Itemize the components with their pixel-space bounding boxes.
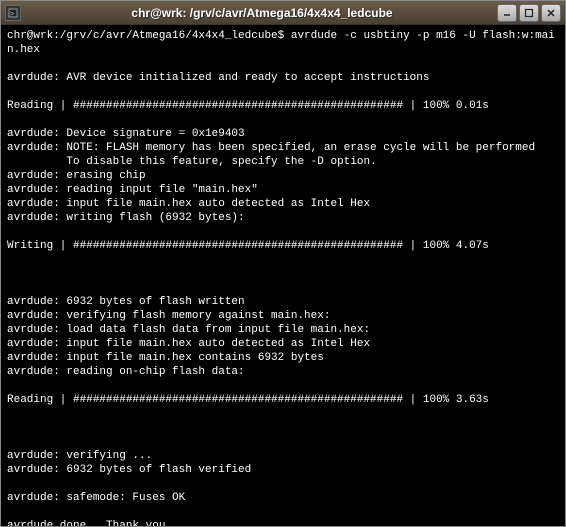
terminal-line: avrdude done. Thank you. [7, 519, 559, 526]
close-button[interactable] [541, 4, 561, 22]
minimize-button[interactable] [497, 4, 517, 22]
minimize-icon [502, 8, 512, 18]
terminal-line: avrdude: erasing chip [7, 169, 559, 183]
terminal-line: avrdude: load data flash data from input… [7, 323, 559, 337]
terminal-line: To disable this feature, specify the -D … [7, 155, 559, 169]
terminal-line: avrdude: input file main.hex auto detect… [7, 337, 559, 351]
terminal-content[interactable]: chr@wrk:/grv/c/avr/Atmega16/4x4x4_ledcub… [1, 25, 565, 526]
terminal-line: avrdude: 6932 bytes of flash verified [7, 463, 559, 477]
terminal-line [7, 57, 559, 71]
terminal-line [7, 253, 559, 267]
terminal-line: Reading | ##############################… [7, 393, 559, 407]
titlebar[interactable]: > chr@wrk: /grv/c/avr/Atmega16/4x4x4_led… [1, 1, 565, 25]
terminal-line: avrdude: 6932 bytes of flash written [7, 295, 559, 309]
window-controls [497, 4, 561, 22]
svg-text:>: > [10, 11, 14, 18]
terminal-line [7, 281, 559, 295]
terminal-line: avrdude: input file main.hex auto detect… [7, 197, 559, 211]
close-icon [546, 8, 556, 18]
terminal-line [7, 85, 559, 99]
terminal-line: avrdude: input file main.hex contains 69… [7, 351, 559, 365]
terminal-line: Reading | ##############################… [7, 99, 559, 113]
terminal-line: avrdude: AVR device initialized and read… [7, 71, 559, 85]
terminal-line [7, 421, 559, 435]
terminal-line [7, 407, 559, 421]
terminal-line: avrdude: NOTE: FLASH memory has been spe… [7, 141, 559, 155]
terminal-window: > chr@wrk: /grv/c/avr/Atmega16/4x4x4_led… [0, 0, 566, 527]
terminal-line: avrdude: safemode: Fuses OK [7, 491, 559, 505]
terminal-line [7, 113, 559, 127]
terminal-line: avrdude: reading on-chip flash data: [7, 365, 559, 379]
maximize-button[interactable] [519, 4, 539, 22]
terminal-line [7, 267, 559, 281]
terminal-line [7, 379, 559, 393]
terminal-line: chr@wrk:/grv/c/avr/Atmega16/4x4x4_ledcub… [7, 29, 559, 57]
terminal-line: Writing | ##############################… [7, 239, 559, 253]
terminal-line [7, 225, 559, 239]
app-icon: > [5, 5, 21, 21]
terminal-line [7, 505, 559, 519]
terminal-line: avrdude: verifying ... [7, 449, 559, 463]
terminal-line [7, 435, 559, 449]
maximize-icon [524, 8, 534, 18]
terminal-line: avrdude: reading input file "main.hex" [7, 183, 559, 197]
terminal-line [7, 477, 559, 491]
terminal-line: avrdude: verifying flash memory against … [7, 309, 559, 323]
window-title: chr@wrk: /grv/c/avr/Atmega16/4x4x4_ledcu… [27, 6, 497, 20]
terminal-line: avrdude: Device signature = 0x1e9403 [7, 127, 559, 141]
terminal-line: avrdude: writing flash (6932 bytes): [7, 211, 559, 225]
